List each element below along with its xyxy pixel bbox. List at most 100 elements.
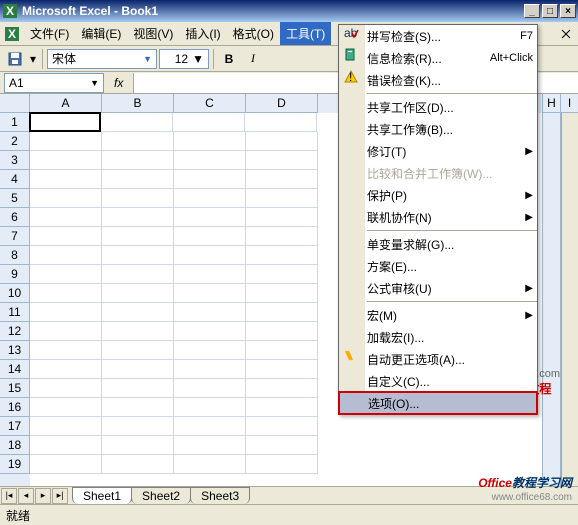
menu-item-protection[interactable]: 保护(P) ▶ xyxy=(339,184,537,206)
tab-nav-first[interactable]: |◂ xyxy=(1,488,17,504)
col-header[interactable]: B xyxy=(102,94,174,113)
cell[interactable] xyxy=(246,455,318,474)
menu-item-goal-seek[interactable]: 单变量求解(G)... xyxy=(339,233,537,255)
menu-item-error-check[interactable]: ! 错误检查(K)... xyxy=(339,69,537,91)
close-doc-button[interactable] xyxy=(558,26,574,42)
cell[interactable] xyxy=(174,436,246,455)
cell[interactable] xyxy=(30,303,102,322)
menu-item-shared-workspace[interactable]: 共享工作区(D)... xyxy=(339,96,537,118)
cell[interactable] xyxy=(102,322,174,341)
cell[interactable] xyxy=(174,303,246,322)
cell[interactable] xyxy=(174,151,246,170)
menu-item-customize[interactable]: 自定义(C)... xyxy=(339,370,537,392)
cell[interactable] xyxy=(30,284,102,303)
cell[interactable] xyxy=(174,246,246,265)
menu-item-research[interactable]: 信息检索(R)... Alt+Click xyxy=(339,47,537,69)
cell[interactable] xyxy=(30,322,102,341)
menu-edit[interactable]: 编辑(E) xyxy=(75,22,127,45)
cell-a1[interactable] xyxy=(29,112,101,132)
menu-insert[interactable]: 插入(I) xyxy=(179,22,226,45)
cell[interactable] xyxy=(246,265,318,284)
cell[interactable] xyxy=(30,417,102,436)
row-header[interactable]: 10 xyxy=(0,284,30,303)
cell[interactable] xyxy=(174,227,246,246)
row-header[interactable]: 15 xyxy=(0,379,30,398)
cell[interactable] xyxy=(246,322,318,341)
menu-item-formula-audit[interactable]: 公式审核(U) ▶ xyxy=(339,277,537,299)
row-header[interactable]: 18 xyxy=(0,436,30,455)
cell[interactable] xyxy=(246,379,318,398)
menu-item-shared-workbook[interactable]: 共享工作簿(B)... xyxy=(339,118,537,140)
row-header[interactable]: 7 xyxy=(0,227,30,246)
cell[interactable] xyxy=(102,170,174,189)
sheet-tab-2[interactable]: Sheet2 xyxy=(131,487,191,504)
row-header[interactable]: 16 xyxy=(0,398,30,417)
sheet-tab-3[interactable]: Sheet3 xyxy=(190,487,250,504)
cell[interactable] xyxy=(102,379,174,398)
cell[interactable] xyxy=(246,246,318,265)
cell[interactable] xyxy=(174,341,246,360)
cell[interactable] xyxy=(174,132,246,151)
row-header[interactable]: 8 xyxy=(0,246,30,265)
cell[interactable] xyxy=(102,360,174,379)
cell[interactable] xyxy=(101,113,173,132)
cell[interactable] xyxy=(246,417,318,436)
cell[interactable] xyxy=(174,189,246,208)
menu-tools[interactable]: 工具(T) xyxy=(280,22,331,45)
select-all-corner[interactable] xyxy=(0,94,30,113)
cell[interactable] xyxy=(246,303,318,322)
cell[interactable] xyxy=(246,208,318,227)
cell[interactable] xyxy=(102,208,174,227)
cell[interactable] xyxy=(246,360,318,379)
menu-view[interactable]: 视图(V) xyxy=(127,22,179,45)
cell[interactable] xyxy=(246,170,318,189)
menu-item-options[interactable]: 选项(O)... xyxy=(339,392,537,414)
cell[interactable] xyxy=(30,246,102,265)
cell[interactable] xyxy=(174,265,246,284)
fx-label[interactable]: fx xyxy=(104,76,133,90)
cell[interactable] xyxy=(30,189,102,208)
cell[interactable] xyxy=(102,227,174,246)
cell[interactable] xyxy=(102,455,174,474)
tab-nav-prev[interactable]: ◂ xyxy=(18,488,34,504)
cell[interactable] xyxy=(174,284,246,303)
cell[interactable] xyxy=(174,455,246,474)
cell[interactable] xyxy=(174,398,246,417)
cell[interactable] xyxy=(30,151,102,170)
sheet-tab-1[interactable]: Sheet1 xyxy=(72,487,132,504)
maximize-button[interactable]: □ xyxy=(542,4,558,18)
cell[interactable] xyxy=(246,227,318,246)
cell[interactable] xyxy=(30,132,102,151)
minimize-button[interactable]: _ xyxy=(524,4,540,18)
cell[interactable] xyxy=(102,398,174,417)
row-header[interactable]: 5 xyxy=(0,189,30,208)
col-header[interactable]: H xyxy=(543,94,560,113)
cell[interactable] xyxy=(30,455,102,474)
row-header[interactable]: 2 xyxy=(0,132,30,151)
row-header[interactable]: 14 xyxy=(0,360,30,379)
menu-item-addins[interactable]: 加载宏(I)... xyxy=(339,326,537,348)
cell[interactable] xyxy=(246,132,318,151)
cell[interactable] xyxy=(174,322,246,341)
cell[interactable] xyxy=(30,265,102,284)
col-header[interactable]: C xyxy=(174,94,246,113)
menu-item-track-changes[interactable]: 修订(T) ▶ xyxy=(339,140,537,162)
menu-item-macro[interactable]: 宏(M) ▶ xyxy=(339,304,537,326)
cell[interactable] xyxy=(102,303,174,322)
menu-format[interactable]: 格式(O) xyxy=(227,22,280,45)
menu-item-autocorrect[interactable]: 自动更正选项(A)... xyxy=(339,348,537,370)
cell[interactable] xyxy=(30,379,102,398)
font-name-select[interactable]: 宋体 ▼ xyxy=(47,49,157,69)
cell[interactable] xyxy=(174,208,246,227)
close-button[interactable]: × xyxy=(560,4,576,18)
cell[interactable] xyxy=(102,132,174,151)
cell[interactable] xyxy=(102,436,174,455)
cell[interactable] xyxy=(102,246,174,265)
menu-item-spelling[interactable]: ab 拼写检查(S)... F7 xyxy=(339,25,537,47)
row-header[interactable]: 19 xyxy=(0,455,30,474)
cell[interactable] xyxy=(30,208,102,227)
menu-item-online-collab[interactable]: 联机协作(N) ▶ xyxy=(339,206,537,228)
name-box[interactable]: A1 ▼ xyxy=(4,73,104,93)
save-dropdown[interactable]: ▾ xyxy=(28,48,38,70)
tab-nav-next[interactable]: ▸ xyxy=(35,488,51,504)
